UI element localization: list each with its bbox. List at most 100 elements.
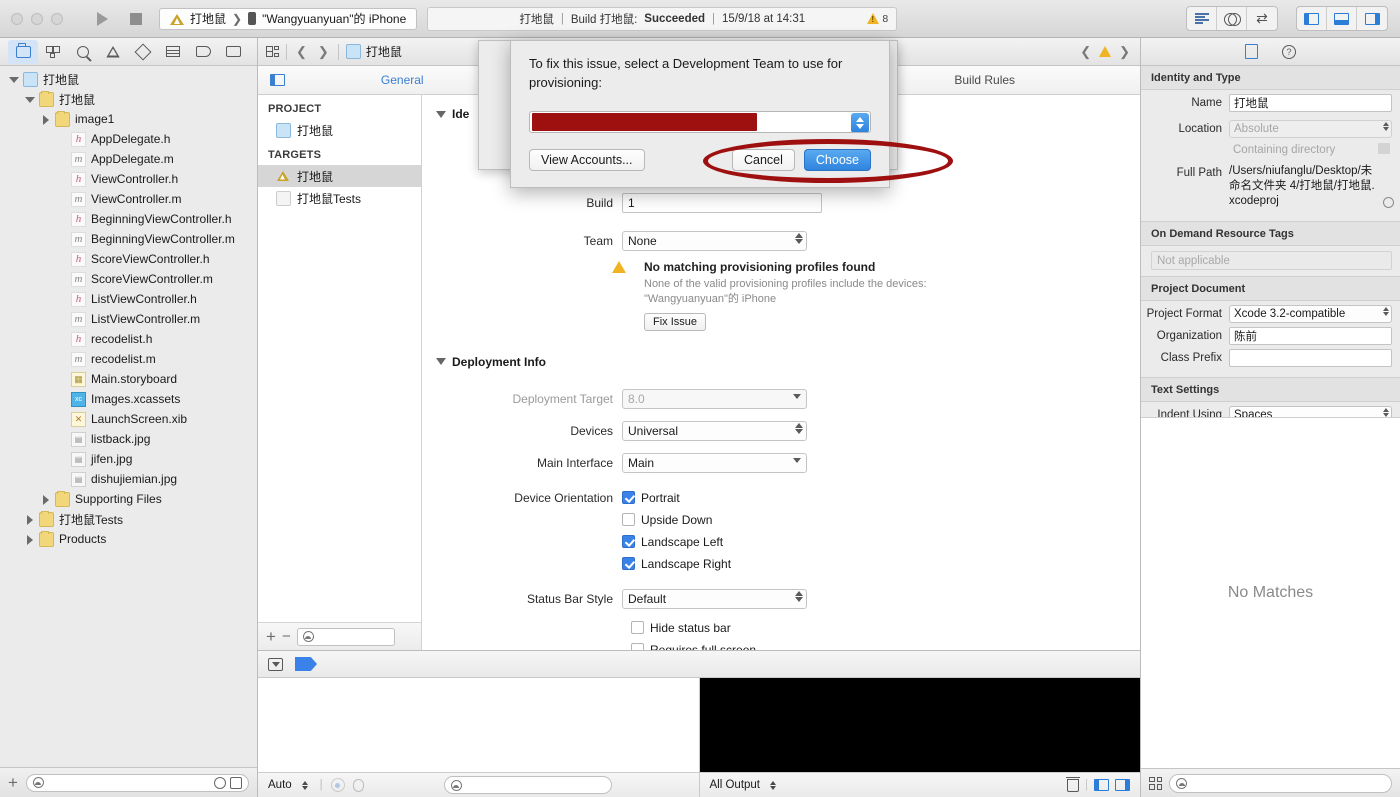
show-console-icon[interactable]: [1115, 779, 1130, 791]
status-filter-input[interactable]: [25, 773, 249, 792]
nav-tab-test[interactable]: [128, 40, 158, 64]
navigator-row[interactable]: h ListViewController.h: [0, 289, 257, 309]
navigator-row[interactable]: h AppDelegate.h: [0, 129, 257, 149]
assistant-editor-button[interactable]: [1217, 7, 1247, 30]
choose-folder-icon[interactable]: [1378, 143, 1390, 154]
build-input[interactable]: 1: [622, 193, 822, 213]
deployment-target-select[interactable]: 8.0: [622, 388, 807, 409]
source-control-filter-icon[interactable]: [230, 776, 242, 789]
back-button[interactable]: ❮: [294, 44, 309, 60]
navigator-row[interactable]: xc Images.xcassets: [0, 389, 257, 409]
development-team-select[interactable]: [529, 110, 871, 133]
recent-filter-icon[interactable]: [214, 776, 226, 789]
navigator-row[interactable]: h ViewController.h: [0, 169, 257, 189]
toggle-navigator-button[interactable]: [1297, 7, 1327, 30]
navigator-row[interactable]: 打地鼠Tests: [0, 509, 257, 529]
disclosure-down-icon[interactable]: [9, 75, 19, 84]
disclosure-right-icon[interactable]: [41, 114, 50, 125]
scope-target-icon[interactable]: [330, 778, 345, 792]
toggle-utilities-button[interactable]: [1357, 7, 1387, 30]
navigator-row[interactable]: ▤ dishujiemian.jpg: [0, 469, 257, 489]
cancel-button[interactable]: Cancel: [731, 148, 795, 171]
navigator-row[interactable]: 打地鼠: [0, 89, 257, 109]
hide-debug-area-icon[interactable]: [268, 657, 283, 671]
grid-view-icon[interactable]: [1149, 776, 1162, 790]
variables-filter-input[interactable]: [443, 776, 612, 794]
project-format-select[interactable]: Xcode 3.2-compatible: [1229, 305, 1392, 323]
warning-badge[interactable]: 8: [867, 13, 888, 25]
navigator-row[interactable]: m ViewController.m: [0, 189, 257, 209]
disclosure-right-icon[interactable]: [41, 494, 50, 505]
orientation-checkbox[interactable]: [622, 513, 635, 527]
toggle-target-list-button[interactable]: [258, 74, 296, 86]
zoom-button[interactable]: [51, 12, 63, 25]
add-item-button[interactable]: +: [8, 774, 18, 791]
quick-help-tab[interactable]: ?: [1282, 44, 1296, 59]
deployment-section-header[interactable]: Deployment Info: [422, 331, 1140, 377]
breakpoints-toggle-icon[interactable]: [295, 657, 317, 671]
stop-button[interactable]: [119, 8, 153, 30]
fix-issue-button[interactable]: Fix Issue: [644, 312, 707, 331]
navigator-row[interactable]: ▤ jifen.jpg: [0, 449, 257, 469]
related-items-icon[interactable]: [266, 46, 279, 57]
nav-tab-breakpoint[interactable]: [188, 40, 218, 64]
orientation-row[interactable]: Portrait: [622, 491, 731, 505]
scheme-selector[interactable]: 打地鼠 ❯ "Wangyuanyuan"的 iPhone: [159, 7, 418, 30]
main-interface-select[interactable]: Main: [622, 452, 807, 473]
target-list-item-app[interactable]: 打地鼠: [258, 165, 421, 187]
clear-console-icon[interactable]: [1066, 776, 1080, 792]
warning-triangle-icon[interactable]: [1099, 46, 1112, 57]
tab-build-rules[interactable]: Build Rules: [954, 73, 1015, 87]
location-select[interactable]: Absolute: [1229, 120, 1392, 138]
orientation-checkbox[interactable]: [622, 557, 635, 571]
indent-using-select[interactable]: Spaces: [1229, 406, 1392, 417]
navigator-row[interactable]: ✕ LaunchScreen.xib: [0, 409, 257, 429]
navigator-row[interactable]: h ScoreViewController.h: [0, 249, 257, 269]
orientation-row[interactable]: Upside Down: [622, 513, 731, 527]
remove-target-button[interactable]: −: [282, 629, 291, 644]
file-inspector-tab[interactable]: [1245, 44, 1258, 59]
console-output[interactable]: [699, 678, 1140, 772]
navigator-row[interactable]: ▤ listback.jpg: [0, 429, 257, 449]
library-search-input[interactable]: [1169, 773, 1392, 793]
class-prefix-input[interactable]: [1229, 349, 1392, 367]
devices-select[interactable]: Universal: [622, 420, 807, 441]
version-editor-button[interactable]: ⇄: [1247, 7, 1277, 30]
navigator-row[interactable]: m ListViewController.m: [0, 309, 257, 329]
nav-tab-source-control[interactable]: [38, 40, 68, 64]
navigator-row[interactable]: m ScoreViewController.m: [0, 269, 257, 289]
nav-tab-project[interactable]: [8, 39, 38, 64]
orientation-checkbox[interactable]: [622, 535, 635, 549]
hide-status-bar-row[interactable]: Hide status bar: [631, 621, 1140, 635]
run-button[interactable]: [85, 8, 119, 30]
navigator-row[interactable]: ▦ Main.storyboard: [0, 369, 257, 389]
view-accounts-button[interactable]: View Accounts...: [529, 148, 645, 171]
navigator-row[interactable]: image1: [0, 109, 257, 129]
next-issue-button[interactable]: ❯: [1117, 44, 1132, 60]
variables-scope-label[interactable]: Auto: [268, 779, 292, 791]
target-filter-input[interactable]: [296, 627, 395, 646]
navigator-row[interactable]: m BeginningViewController.m: [0, 229, 257, 249]
toggle-debug-button[interactable]: [1327, 7, 1357, 30]
disclosure-right-icon[interactable]: [25, 534, 34, 545]
navigator-row[interactable]: Supporting Files: [0, 489, 257, 509]
show-variables-icon[interactable]: [1094, 779, 1109, 791]
choose-button[interactable]: Choose: [803, 148, 871, 171]
orientation-row[interactable]: Landscape Right: [622, 557, 731, 571]
nav-tab-symbol-search[interactable]: [68, 40, 98, 64]
editor-mode-segmented[interactable]: ⇄: [1186, 6, 1278, 31]
on-demand-tags-field[interactable]: Not applicable: [1151, 251, 1392, 270]
nav-tab-report[interactable]: [218, 40, 248, 64]
orientation-row[interactable]: Landscape Left: [622, 535, 731, 549]
nav-tab-issue[interactable]: [98, 40, 128, 64]
name-input[interactable]: 打地鼠: [1229, 94, 1392, 112]
navigator-row[interactable]: 打地鼠: [0, 69, 257, 89]
disclosure-right-icon[interactable]: [25, 514, 34, 525]
disclosure-down-icon[interactable]: [25, 95, 35, 104]
navigator-row[interactable]: h BeginningViewController.h: [0, 209, 257, 229]
standard-editor-button[interactable]: [1187, 7, 1217, 30]
requires-full-screen-checkbox[interactable]: [631, 643, 644, 650]
breadcrumb[interactable]: 打地鼠: [345, 43, 402, 60]
hide-status-bar-checkbox[interactable]: [631, 621, 644, 635]
navigator-row[interactable]: m AppDelegate.m: [0, 149, 257, 169]
